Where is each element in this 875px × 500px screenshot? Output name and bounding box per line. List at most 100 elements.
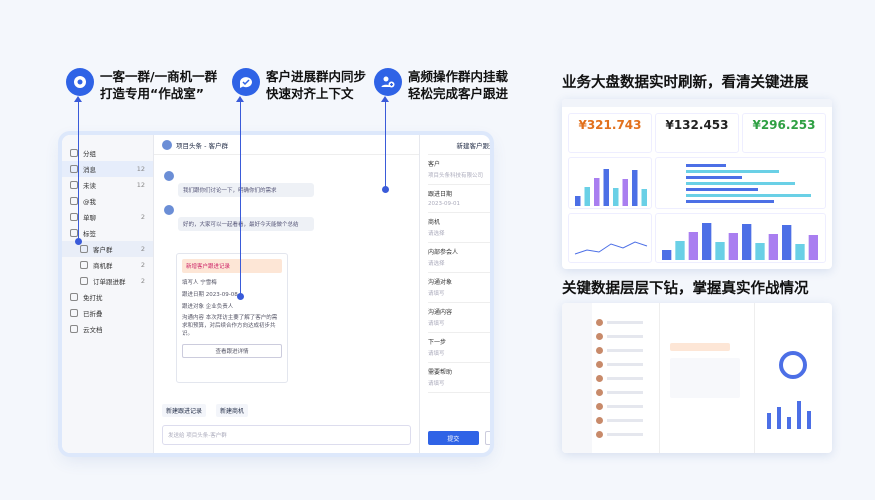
decor-bar <box>603 169 609 206</box>
form-field[interactable]: 客户项目头条科技有限公司 <box>428 155 490 185</box>
decor-bar <box>742 224 752 260</box>
field-value[interactable]: 项目头条科技有限公司 <box>428 171 490 179</box>
sidebar-item-label: 消息 <box>83 166 96 174</box>
message-icon <box>70 165 78 173</box>
sidebar-item-label: @我 <box>83 198 96 206</box>
form-field[interactable]: 跟进日期 2023-09-01 <box>428 185 490 213</box>
field-value[interactable]: 请填写 <box>428 349 490 357</box>
sidebar-item-label: 标签 <box>83 230 96 238</box>
group-icon <box>80 245 88 253</box>
sidebar-item-label: 客户群 <box>93 246 113 254</box>
card-line: 跟进日期 2023-09-08 <box>182 292 238 298</box>
decor-hbar <box>686 194 811 197</box>
chat-header: 项目头条 - 客户群 <box>154 135 419 155</box>
field-value[interactable]: 请选择 <box>428 229 490 237</box>
message-bubble: 好的，大家可以一起看看，最好今天能做个总结 <box>178 217 314 231</box>
message: 好的，大家可以一起看看，最好今天能做个总结 <box>164 205 314 231</box>
sidebar-item[interactable]: 免打扰 <box>62 289 153 305</box>
bar-chart-mini <box>655 213 826 263</box>
decor-hbar <box>686 188 758 191</box>
cancel-button[interactable]: 取消 <box>484 431 490 445</box>
followup-card: 新增客户跟进记录 填写人 宁雪梅 跟进日期 2023-09-08 跟进对象 企业… <box>176 253 288 383</box>
decor-bar <box>632 170 638 206</box>
decor-bar <box>782 225 792 260</box>
sidebar-subitem[interactable]: 订单跟进群 2 <box>62 273 153 289</box>
chat-toolbar: 新建跟进记录 新建商机 <box>162 404 249 417</box>
list-item[interactable] <box>592 315 659 329</box>
field-value[interactable]: 请填写 <box>428 289 490 297</box>
sidebar-item[interactable]: 消息 12 <box>62 161 153 177</box>
hbar-chart-mini <box>655 157 826 209</box>
field-label: 沟通内容 <box>428 309 453 316</box>
form-field[interactable]: 下一步 请填写 <box>428 333 490 363</box>
decor-hbar <box>686 200 774 203</box>
submit-button[interactable]: 提交 <box>428 431 479 445</box>
sidebar-item[interactable]: 已折叠 <box>62 305 153 321</box>
field-value[interactable]: 2023-09-01 <box>428 201 490 207</box>
sidebar-item-label: 单聊 <box>83 214 96 222</box>
view-detail-button[interactable]: 查看跟进详情 <box>182 344 282 358</box>
message-bubble: 我们跟你们讨论一下，明确你们的需求 <box>178 183 314 197</box>
new-opportunity-button[interactable]: 新建商机 <box>216 404 249 417</box>
decor-bar <box>622 179 628 206</box>
form-field[interactable]: 需要帮助 请填写 <box>428 363 490 393</box>
form-field[interactable]: 沟通对象 请填写 <box>428 273 490 303</box>
sidebar-item[interactable]: 云文档 <box>62 321 153 337</box>
field-label: 内部参会人 <box>428 249 459 256</box>
decor-bar <box>728 233 738 260</box>
sidebar-item-label: 已折叠 <box>83 310 103 318</box>
list-item[interactable] <box>592 413 659 427</box>
list-item[interactable] <box>592 427 659 441</box>
form-field[interactable]: 内部参会人 请选择 <box>428 243 490 273</box>
badge-count: 2 <box>140 277 145 285</box>
form-field[interactable]: 商机 请选择 <box>428 213 490 243</box>
sidebar-item[interactable]: 单聊 2 <box>62 209 153 225</box>
decor-hbar <box>686 176 742 179</box>
list-item[interactable] <box>592 357 659 371</box>
group-icon <box>80 261 88 269</box>
field-value[interactable]: 请选择 <box>428 259 490 267</box>
list-item[interactable] <box>592 329 659 343</box>
kpi-card: ¥321.743 <box>568 113 652 153</box>
sidebar-subitem[interactable]: 商机群 2 <box>62 257 153 273</box>
decor-bar <box>688 232 698 260</box>
sidebar-item[interactable]: 未读 12 <box>62 177 153 193</box>
kpi-value: ¥132.453 <box>665 118 729 132</box>
fold-icon <box>70 309 78 317</box>
unread-icon <box>70 181 78 189</box>
avatar <box>164 205 174 215</box>
feature-line: 客户进展群内同步 <box>266 69 367 84</box>
message-input[interactable]: 发送给 项目头条-客户群 <box>162 425 411 445</box>
decor-bar <box>613 188 619 206</box>
sidebar-item-label: 分组 <box>83 150 96 158</box>
chat-title: 项目头条 - 客户群 <box>176 141 228 150</box>
group-icon <box>80 277 88 285</box>
decor-bar <box>808 235 818 260</box>
new-followup-button[interactable]: 新建跟进记录 <box>162 404 207 417</box>
kpi-value: ¥321.743 <box>578 118 642 132</box>
headline-dashboard: 业务大盘数据实时刷新，看清关键进展 <box>562 75 809 91</box>
field-label: 客户 <box>428 161 441 168</box>
field-value[interactable]: 请填写 <box>428 319 490 327</box>
field-value[interactable]: 请填写 <box>428 379 490 387</box>
drilldown-panel <box>562 303 832 453</box>
message: 我们跟你们讨论一下，明确你们的需求 <box>164 171 314 197</box>
sidebar-item[interactable]: @我 <box>62 193 153 209</box>
list-item[interactable] <box>592 371 659 385</box>
decor-bar <box>575 196 581 206</box>
badge-count: 2 <box>140 261 145 269</box>
chat-icon <box>70 213 78 221</box>
bar-chart-mini <box>568 157 652 209</box>
decor-bar <box>702 223 712 260</box>
badge-count: 2 <box>140 213 145 221</box>
field-label: 商机 <box>428 219 441 226</box>
form-field[interactable]: 沟通内容 请填写 <box>428 303 490 333</box>
list-item[interactable] <box>592 399 659 413</box>
list-item[interactable] <box>592 343 659 357</box>
avatar <box>164 171 174 181</box>
list-item[interactable] <box>592 385 659 399</box>
decor-bar <box>768 234 778 260</box>
feature-line: 高频操作群内挂载 <box>408 69 509 84</box>
at-icon <box>70 197 78 205</box>
sidebar-item[interactable]: 分组 <box>62 145 153 161</box>
